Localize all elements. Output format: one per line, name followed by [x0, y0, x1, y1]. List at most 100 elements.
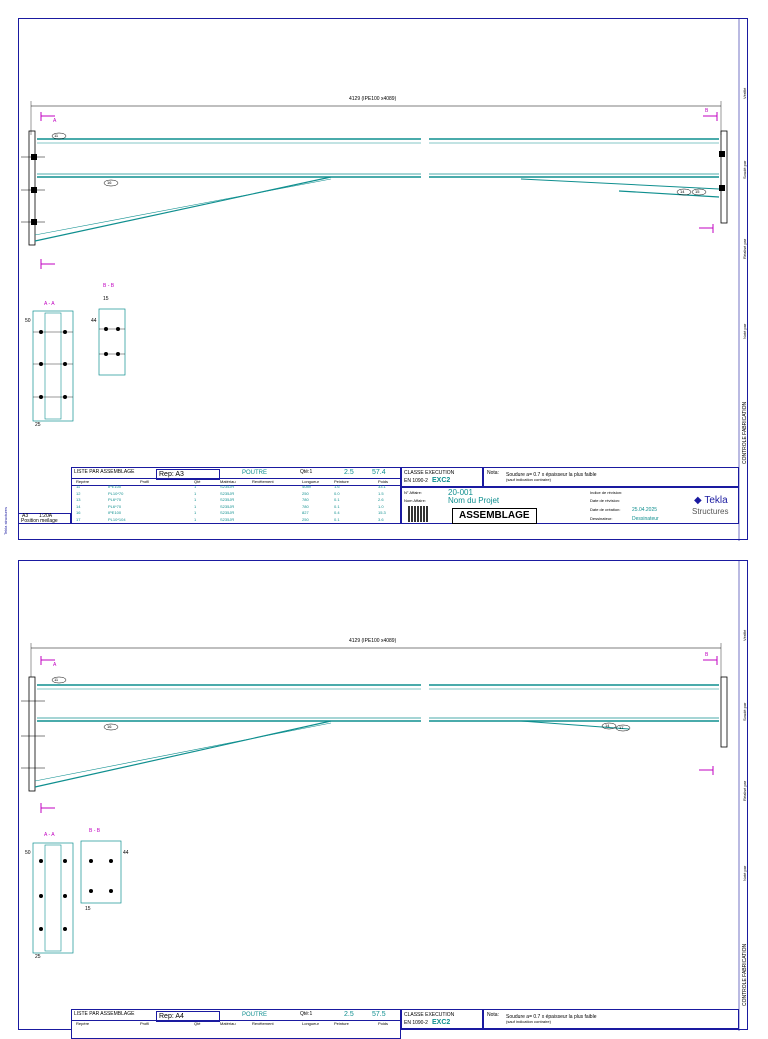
col-profil: Profil [140, 479, 150, 484]
dimension-label: 4129 (IPE100 x4089) [349, 96, 397, 102]
parts-list: LISTE PAR ASSEMBLAGE Rep: A3 POUTRE Qté:… [71, 467, 401, 524]
table-cell: 1 [194, 516, 197, 522]
table-cell: 1 [194, 510, 197, 515]
dim-15-2: 15 [85, 906, 91, 912]
section-letter-b-2: B [705, 652, 709, 658]
surface-label: 2.5 [344, 469, 354, 476]
table-cell: 1 [194, 497, 197, 502]
nota-block: Nota: Soudure a= 0.7 x épaisseur la plus… [483, 467, 739, 487]
section-letter-b: B [705, 108, 709, 114]
table-cell: 4089 [302, 484, 311, 489]
table-cell: 17 [76, 516, 81, 522]
type-label-2: POUTRE [242, 1012, 268, 1018]
assemblage-title: ASSEMBLAGE [452, 508, 537, 524]
side-label-2: Réalisé par [742, 238, 747, 259]
bubble-16: 16 [107, 180, 112, 185]
table-cell: PL6*70 [108, 503, 122, 509]
table-cell: PL6*70 [108, 497, 122, 502]
table-cell: 12 [76, 490, 81, 496]
table-cell: 3.6 [378, 516, 384, 522]
classe-block: CLASSE EXECUTION EN 1090-2 EXC2 [401, 467, 483, 487]
table-cell: 1 [194, 490, 197, 496]
bubble-16-2: 16 [107, 724, 112, 729]
side-label-4-2: CONTROLE FABRICATION [742, 943, 748, 1006]
table-cell: S235JR [220, 503, 235, 509]
table-cell: S235JR [220, 497, 235, 502]
qte-label-2: Qté:1 [300, 1011, 313, 1017]
col-revetement-2: Revêtement [252, 1021, 274, 1026]
table-cell: 2.6 [378, 497, 384, 502]
table-cell: 827 [302, 510, 309, 515]
section-a-title-2: A - A [44, 832, 55, 838]
list-title: LISTE PAR ASSEMBLAGE [74, 469, 135, 475]
bubble-11: 11 [54, 133, 59, 138]
col-revetement: Revêtement [252, 479, 274, 484]
table-cell: 15.3 [378, 510, 386, 515]
col-profil-2: Profil [140, 1021, 150, 1026]
table-cell: PL10*104 [108, 516, 126, 522]
bubble-14: 14 [680, 189, 685, 194]
dim-44-2: 44 [123, 850, 129, 856]
table-cell: IPE100 [108, 510, 122, 515]
dessinateur-value: Dessinateur [632, 516, 659, 522]
nota-sub-2: (sauf indication contraire) [506, 1019, 551, 1024]
table-cell: 1.5 [378, 490, 384, 496]
dim-15: 15 [103, 296, 109, 302]
table-cell: 1 [194, 484, 197, 489]
table-cell: IPE100 [108, 484, 122, 489]
weight-label: 57.4 [372, 469, 386, 476]
side-label-0: Vérifié [742, 87, 747, 99]
surface-label-2: 2.5 [344, 1011, 354, 1018]
table-cell: 33.1 [378, 484, 386, 489]
dimension-label-2: 4129 (IPE100 x4089) [349, 638, 397, 644]
position-label: Position meilage [21, 518, 58, 524]
nom-label: Nom Affaire: [404, 498, 426, 503]
table-cell: 1 [194, 503, 197, 509]
bubble-17-2: 17 [619, 725, 624, 730]
date-crea-value: 25.04.2025 [632, 507, 658, 513]
section-b-title: B - B [103, 283, 115, 289]
table-row: 14 PL6*70 1 S235JR 780 0.1 1.0 [72, 503, 400, 511]
dim-50: 50 [25, 318, 31, 324]
col-materiau-2: Matériau [220, 1021, 236, 1026]
table-cell: 0.1 [334, 516, 340, 522]
side-label-3: Noté par [742, 323, 747, 339]
table-cell: 0.1 [334, 503, 340, 509]
side-label-0-2: Vérifié [742, 629, 747, 641]
table-cell: S235JR [220, 510, 235, 515]
dim-25-2: 25 [35, 954, 41, 960]
table-row: 12 PL10*70 1 S235JR 250 0.0 1.5 [72, 490, 400, 498]
section-b-title-2: B - B [89, 828, 101, 834]
table-cell: 14 [76, 503, 81, 509]
affaire-label: N° Affaire: [404, 490, 422, 495]
classe-block-2: CLASSE EXECUTION EN 1090-2 EXC2 [401, 1009, 483, 1029]
dim-25: 25 [35, 422, 41, 428]
classe-label: CLASSE EXECUTION [404, 470, 455, 476]
classe-label-2: CLASSE EXECUTION [404, 1012, 455, 1018]
brand-name: Tekla [704, 495, 728, 506]
dim-44: 44 [91, 318, 97, 324]
exc-label-2: EXC2 [432, 1019, 451, 1026]
table-cell: 0.0 [334, 490, 340, 496]
bubble-14-2: 14 [605, 723, 610, 728]
nom-projet: Nom du Projet [448, 496, 500, 505]
dessinateur-label: Dessinateur: [590, 516, 613, 521]
table-cell: S235JR [220, 490, 235, 496]
dim-50-2: 50 [25, 850, 31, 856]
nota-label: Nota: [487, 470, 499, 476]
nota-label-2: Nota: [487, 1012, 499, 1018]
table-cell: 0.1 [334, 497, 340, 502]
title-block: N° Affaire: 20-001 Nom Affaire: Nom du P… [401, 487, 739, 524]
table-cell: 0.4 [334, 510, 340, 515]
side-label-4: CONTROLE FABRICATION [742, 401, 748, 464]
list-title-2: LISTE PAR ASSEMBLAGE [74, 1011, 135, 1017]
col-poids-2: Poids [378, 1021, 389, 1026]
side-label-1-2: Soudé par [742, 702, 747, 721]
col-longueur-2: Longueur [302, 1021, 319, 1026]
section-letter-a: A [53, 118, 57, 124]
bubble-15: 15 [695, 189, 700, 194]
format-block: A3 1:20A Position meilage [18, 513, 71, 524]
col-qte-2: Qté [194, 1021, 201, 1026]
nota-sub: (sauf indication contraire) [506, 477, 551, 482]
drawing-sheet-1: 4129 (IPE100 x4089) 11 16 14 15 A B A - … [18, 18, 748, 541]
